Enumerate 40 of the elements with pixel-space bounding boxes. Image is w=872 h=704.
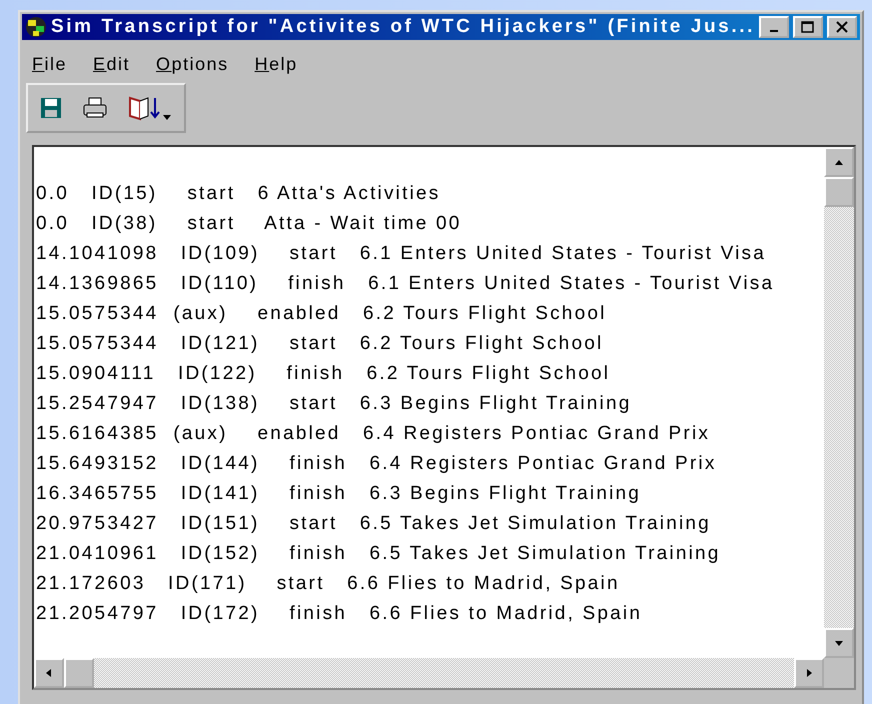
print-button[interactable] [82,97,108,119]
transcript-line: 15.2547947 ID(138) start 6.3 Begins Flight Training [36,392,632,416]
transcript-line: 21.172603 ID(171) start 6.6 Flies to Madrid, Spain [36,572,621,596]
scroll-up-button[interactable] [824,147,854,177]
window-title: Sim Transcript for "Activites of WTC Hijackers" (Finite Jus... [51,16,755,38]
scroll-thumb[interactable] [64,658,94,688]
transcript-line: 15.6164385 (aux) enabled 6.4 Registers Pontiac Grand Prix [36,422,712,446]
transcript-line: 0.0 ID(15) start 6 Atta's Activities [36,182,442,206]
menu-item[interactable]: Help [254,54,298,75]
maximize-icon [800,21,815,33]
book-button[interactable] [128,95,172,121]
minimize-button[interactable] [758,16,789,38]
scrollbar-corner [824,658,854,688]
menu-item[interactable]: File [32,54,68,75]
transcript-line: 15.0575344 ID(121) start 6.2 Tours Flight School [36,332,604,356]
transcript-line: 0.0 ID(38) start Atta - Wait time 00 [36,212,463,236]
close-icon [836,21,848,33]
minimize-icon [770,30,778,32]
scroll-thumb[interactable] [824,177,854,207]
transcript-line: 14.1369865 ID(110) finish 6.1 Enters United States - Tourist Visa [36,272,776,296]
maximize-button[interactable] [792,16,823,38]
scroll-down-button[interactable] [824,628,854,658]
horizontal-scrollbar[interactable] [34,658,824,688]
transcript-line: 15.6493152 ID(144) finish 6.4 Registers Pontiac Grand Prix [36,452,718,476]
caret-icon [162,113,172,121]
menu-item[interactable]: Edit [93,54,130,75]
menu-item[interactable]: Options [156,54,229,75]
transcript-line: 21.0410961 ID(152) finish 6.5 Takes Jet Simulation Training [36,542,722,566]
scroll-right-button[interactable] [794,658,824,688]
transcript-line: 21.2054797 ID(172) finish 6.6 Flies to Madrid, Spain [36,602,644,626]
transcript-line: 14.1041098 ID(109) start 6.1 Enters United States - Tourist Visa [36,242,768,266]
vertical-scrollbar[interactable] [824,147,854,658]
transcript-line: 15.0904111 ID(122) finish 6.2 Tours Flight School [36,362,612,386]
scroll-left-button[interactable] [34,658,64,688]
save-button[interactable] [40,97,62,119]
transcript-line: 20.9753427 ID(151) start 6.5 Takes Jet Simulation Training [36,512,712,536]
transcript-line: 15.0575344 (aux) enabled 6.2 Tours Flight School [36,302,608,326]
close-button[interactable] [826,16,857,38]
app-icon [25,16,47,38]
transcript-line: 16.3465755 ID(141) finish 6.3 Begins Flight Training [36,482,642,506]
